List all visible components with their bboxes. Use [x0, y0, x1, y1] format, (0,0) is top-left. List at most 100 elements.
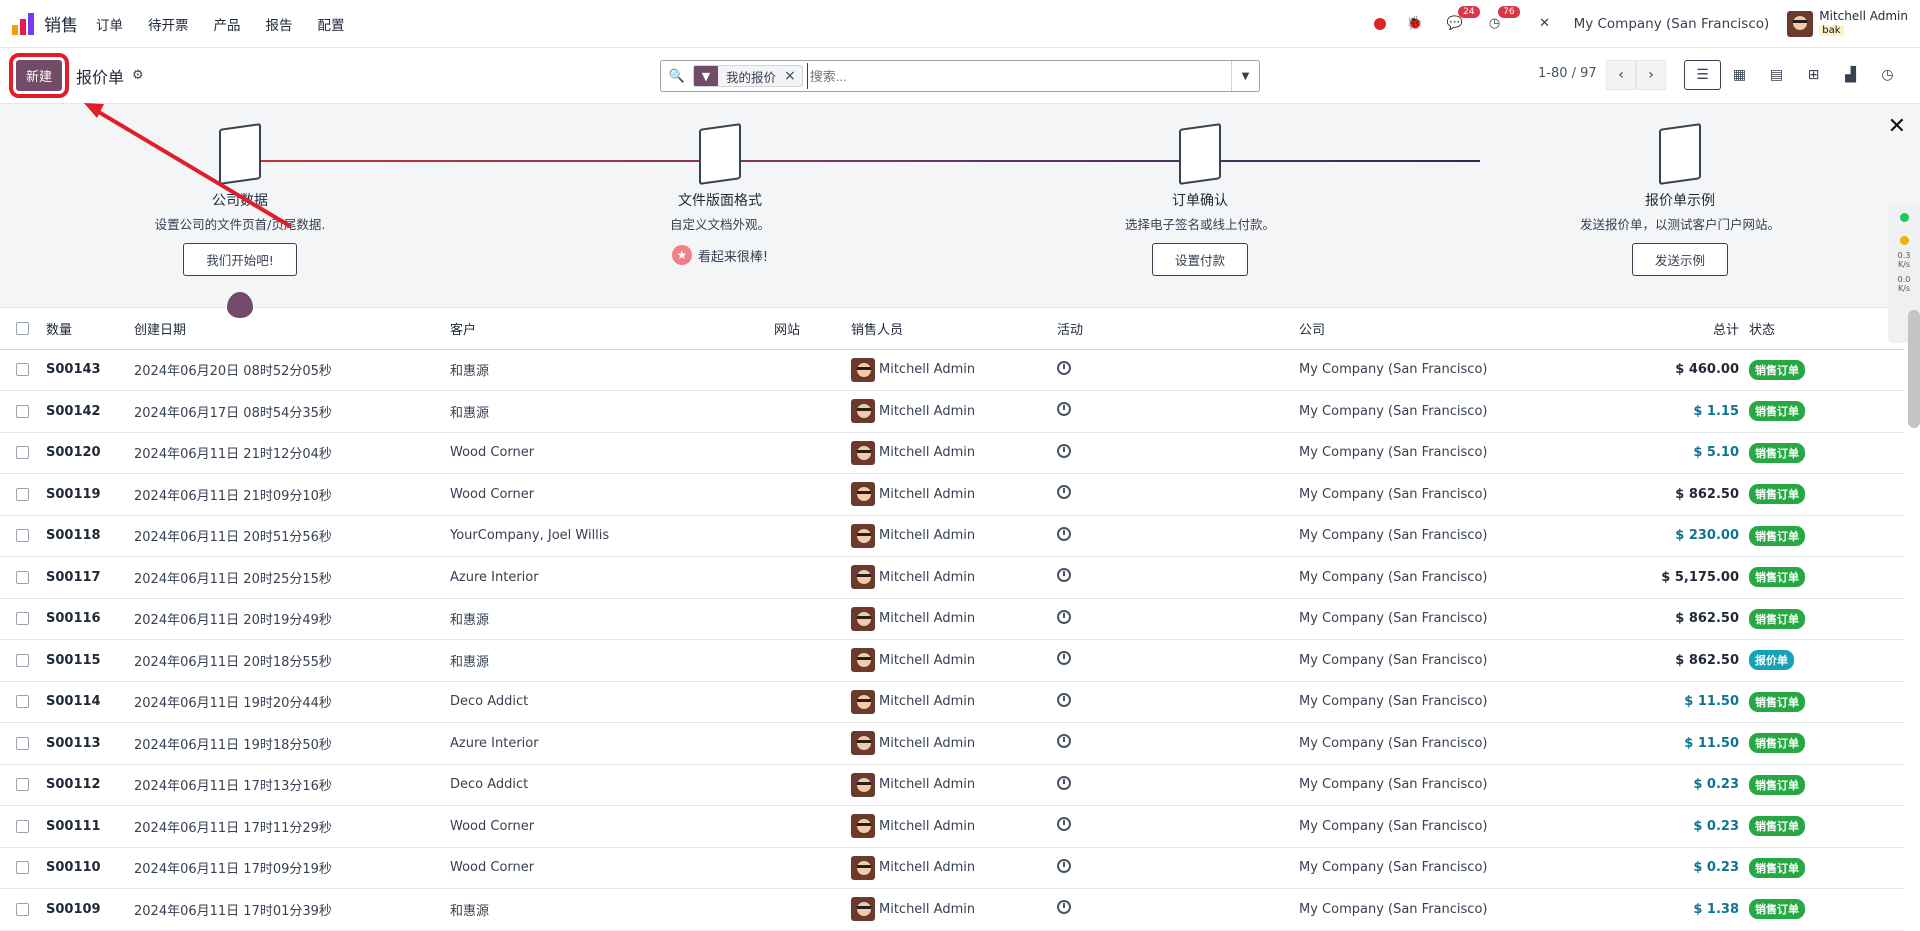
row-checkbox[interactable] [16, 861, 29, 875]
recording-dot-icon[interactable] [1373, 17, 1386, 30]
col-activity[interactable]: 活动 [1057, 309, 1299, 350]
messages-icon[interactable]: 💬 24 [1444, 5, 1480, 35]
lets-start-button[interactable]: 我们开始吧! [183, 243, 297, 276]
col-website[interactable]: 网站 [774, 309, 851, 350]
tools-icon[interactable]: ✕ [1534, 13, 1556, 35]
col-customer[interactable]: 客户 [450, 309, 774, 350]
activity-clock-icon[interactable] [1057, 651, 1071, 666]
col-total[interactable]: 总计 [1619, 309, 1749, 350]
activities-clock-icon[interactable]: ◷ 76 [1484, 5, 1520, 35]
sales-app-logo-icon[interactable] [12, 12, 34, 35]
activity-clock-icon[interactable] [1057, 609, 1071, 624]
step-sample-quotation: 报价单示例 发送报价单，以测试客户门户网站。 发送示例 [1530, 123, 1830, 276]
status-badge: 销售订单 [1749, 899, 1805, 920]
row-checkbox[interactable] [16, 570, 29, 584]
pivot-view-icon[interactable]: ⊞ [1795, 60, 1832, 90]
row-checkbox[interactable] [16, 736, 29, 750]
activity-cell [1057, 598, 1299, 640]
menu-to-invoice[interactable]: 待开票 [148, 14, 189, 34]
activity-clock-icon[interactable] [1057, 817, 1071, 832]
table-row[interactable]: S00111 2024年06月11日 17时11分29秒 Wood Corner Mi… [0, 805, 1904, 848]
kanban-view-icon[interactable]: ▦ [1721, 60, 1758, 90]
row-checkbox[interactable] [16, 902, 29, 916]
search-options-chevron-icon[interactable]: ▼ [1231, 61, 1259, 91]
menu-reporting[interactable]: 报告 [266, 14, 293, 34]
activity-clock-icon[interactable] [1057, 485, 1071, 500]
activity-cell [1057, 888, 1299, 931]
table-row[interactable]: S00116 2024年06月11日 20时19分49秒 和惠源 Mitchell A… [0, 598, 1904, 640]
row-checkbox[interactable] [16, 653, 29, 667]
send-sample-button[interactable]: 发送示例 [1631, 243, 1728, 276]
col-company[interactable]: 公司 [1299, 309, 1619, 350]
step-company-data: 公司数据 设置公司的文件页首/页尾数据. 我们开始吧! [90, 123, 390, 276]
row-checkbox[interactable] [16, 612, 29, 626]
company: My Company (San Francisco) [1299, 805, 1619, 848]
activity-clock-icon[interactable] [1057, 734, 1071, 749]
row-checkbox[interactable] [16, 404, 29, 418]
creation-date: 2024年06月11日 17时01分39秒 [134, 888, 450, 931]
row-checkbox[interactable] [16, 695, 29, 709]
search-icon[interactable]: 🔍 [661, 69, 693, 84]
table-row[interactable]: S00118 2024年06月11日 20时51分56秒 YourCompany, … [0, 515, 1904, 557]
activity-clock-icon[interactable] [1057, 900, 1071, 915]
close-icon[interactable]: ✕ [1888, 114, 1906, 139]
menu-configuration[interactable]: 配置 [318, 14, 345, 34]
table-row[interactable]: S00120 2024年06月11日 21时12分04秒 Wood Corner Mi… [0, 432, 1904, 474]
list-view-icon[interactable]: ☰ [1684, 60, 1721, 90]
row-checkbox[interactable] [16, 529, 29, 543]
search-input[interactable] [806, 63, 1231, 89]
menu-products[interactable]: 产品 [214, 14, 241, 34]
activity-clock-icon[interactable] [1057, 360, 1071, 375]
activity-clock-icon[interactable] [1057, 443, 1071, 458]
table-row[interactable]: S00114 2024年06月11日 19时20分44秒 Deco Addict Mi… [0, 681, 1904, 723]
menu-orders[interactable]: 订单 [96, 14, 123, 34]
remove-facet-icon[interactable]: × [784, 68, 802, 84]
activity-clock-icon[interactable] [1057, 775, 1071, 790]
company-switcher[interactable]: My Company (San Francisco) [1574, 16, 1770, 32]
activity-clock-icon[interactable] [1057, 858, 1071, 873]
pager-value[interactable]: 1-80 / 97 [1538, 66, 1597, 81]
col-date[interactable]: 创建日期 [134, 309, 450, 350]
gear-icon[interactable]: ⚙ [132, 68, 144, 83]
creation-date: 2024年06月11日 20时18分55秒 [134, 639, 450, 682]
activity-clock-icon[interactable] [1057, 692, 1071, 707]
app-name[interactable]: 销售 [44, 11, 78, 36]
row-checkbox[interactable] [16, 446, 29, 460]
select-all-checkbox[interactable] [16, 322, 29, 336]
set-payment-button[interactable]: 设置付款 [1151, 243, 1248, 276]
row-checkbox[interactable] [16, 819, 29, 833]
total: $ 0.23 [1619, 847, 1749, 889]
pager-previous-button[interactable]: ‹ [1606, 60, 1636, 90]
pager-next-button[interactable]: › [1636, 60, 1666, 90]
col-number[interactable]: 数量 [46, 309, 134, 350]
salesperson-cell: Mitchell Admin [851, 847, 1057, 889]
row-checkbox[interactable] [16, 487, 29, 501]
table-row[interactable]: S00112 2024年06月11日 17时13分16秒 Deco Addict Mi… [0, 764, 1904, 806]
onboarding-panel: ✕ 公司数据 设置公司的文件页首/页尾数据. 我们开始吧! 文件版面格式 自定义… [0, 104, 1920, 318]
activity-clock-icon[interactable] [1057, 568, 1071, 583]
table-row[interactable]: S00113 2024年06月11日 19时18分50秒 Azure Interio… [0, 722, 1904, 765]
calendar-view-icon[interactable]: ▤ [1758, 60, 1795, 90]
row-checkbox[interactable] [16, 778, 29, 792]
scrollbar[interactable] [1908, 310, 1920, 428]
table-row[interactable]: S00142 2024年06月17日 08时54分35秒 和惠源 Mitchell A… [0, 390, 1904, 433]
new-button[interactable]: 新建 [8, 53, 70, 98]
table-row[interactable]: S00143 2024年06月20日 08时52分05秒 和惠源 Mitchell A… [0, 349, 1904, 391]
activity-clock-icon[interactable] [1057, 526, 1071, 541]
table-row[interactable]: S00109 2024年06月11日 17时01分39秒 和惠源 Mitchell A… [0, 888, 1904, 931]
col-salesperson[interactable]: 销售人员 [851, 309, 1057, 350]
user-menu[interactable]: Mitchell Admin bak [1787, 10, 1908, 37]
table-row[interactable]: S00117 2024年06月11日 20时25分15秒 Azure Interio… [0, 556, 1904, 599]
table-row[interactable]: S00110 2024年06月11日 17时09分19秒 Wood Corner Mi… [0, 847, 1904, 889]
bug-icon[interactable]: 🐞 [1404, 13, 1426, 35]
col-status[interactable]: 状态 [1749, 309, 1904, 350]
table-row[interactable]: S00115 2024年06月11日 20时18分55秒 和惠源 Mitchell A… [0, 639, 1904, 682]
creation-date: 2024年06月11日 20时51分56秒 [134, 515, 450, 557]
row-checkbox[interactable] [16, 363, 29, 377]
salesperson: Mitchell Admin [879, 528, 976, 544]
graph-view-icon[interactable]: ▟ [1832, 60, 1869, 90]
activity-clock-icon[interactable] [1057, 402, 1071, 417]
activity-view-icon[interactable]: ◷ [1869, 60, 1906, 90]
table-row[interactable]: S00119 2024年06月11日 21时09分10秒 Wood Corner Mi… [0, 473, 1904, 516]
customer: Wood Corner [450, 473, 774, 516]
